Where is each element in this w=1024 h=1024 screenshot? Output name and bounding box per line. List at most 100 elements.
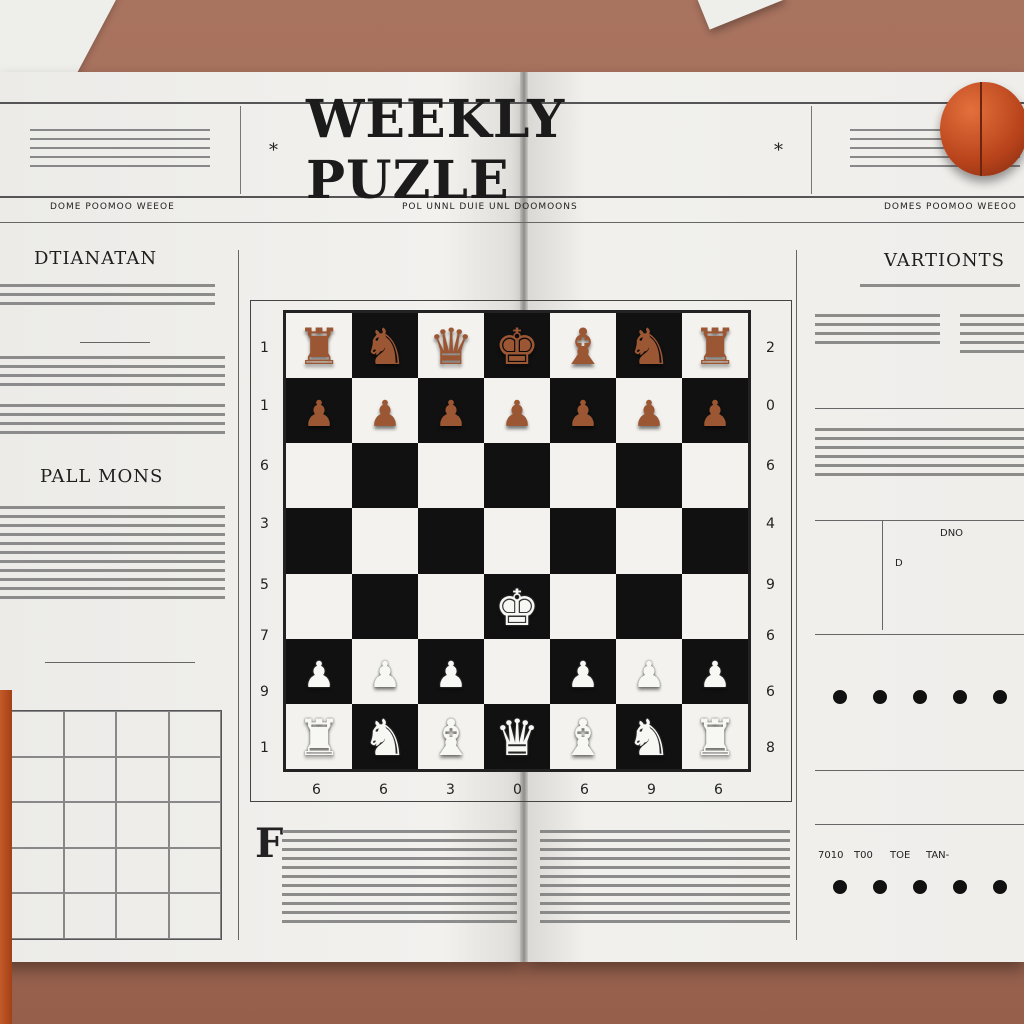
board-square[interactable]: ♟ (550, 638, 616, 704)
white-rook-piece[interactable]: ♜ (693, 713, 738, 763)
white-pawn-piece[interactable]: ♟ (567, 657, 599, 694)
rank-label-left: 1 (260, 740, 269, 756)
right-column-rule (796, 250, 797, 940)
file-label: 0 (513, 782, 522, 798)
board-square[interactable] (418, 573, 484, 639)
board-square[interactable]: ♟ (616, 378, 682, 444)
white-bishop-piece[interactable]: ♝ (561, 713, 606, 763)
board-square[interactable]: ♛ (484, 703, 550, 769)
black-pawn-piece[interactable]: ♟ (303, 397, 335, 433)
board-square[interactable]: ♜ (286, 313, 352, 379)
board-square[interactable]: ♟ (352, 378, 418, 444)
black-pawn-piece[interactable]: ♟ (633, 397, 665, 433)
board-square[interactable]: ♞ (352, 703, 418, 769)
left-text-block-2 (0, 350, 225, 392)
white-rook-piece[interactable]: ♜ (297, 713, 342, 763)
board-square[interactable]: ♟ (550, 378, 616, 444)
board-square[interactable] (682, 508, 748, 574)
black-rook-piece[interactable]: ♜ (297, 322, 342, 372)
right-text-block-3 (815, 422, 1024, 482)
board-square[interactable]: ♛ (418, 313, 484, 379)
board-square[interactable]: ♟ (484, 378, 550, 444)
white-pawn-piece[interactable]: ♟ (369, 657, 401, 694)
black-pawn-piece[interactable]: ♟ (567, 397, 599, 433)
left-text-block-1 (0, 278, 215, 311)
black-pawn-piece[interactable]: ♟ (435, 397, 467, 433)
chess-board[interactable]: ♜ ♞ ♛ ♚ ♝ ♞ ♜ ♟ ♟ ♟ ♟ ♟ ♟ ♟ ♚ ♟ ♟ ♟ ♟ ♟ ♟ ♜ ♞ ♝ ♛ ♝ ♞ ♜ (283, 310, 751, 772)
board-square[interactable] (286, 443, 352, 509)
right-divider-2 (815, 634, 1024, 635)
footer-label: TAN- (926, 850, 950, 861)
board-square[interactable] (550, 443, 616, 509)
rank-label-right: 6 (766, 458, 775, 474)
board-square[interactable]: ♜ (286, 703, 352, 769)
black-pawn-piece[interactable]: ♟ (369, 397, 401, 433)
board-square[interactable]: ♚ (484, 313, 550, 379)
rank-label-left: 6 (260, 458, 269, 474)
board-square[interactable] (286, 508, 352, 574)
masthead-title: * WEEKLY PUZLE * (240, 89, 812, 211)
white-knight-piece[interactable]: ♞ (363, 713, 408, 763)
white-knight-piece[interactable]: ♞ (627, 713, 672, 763)
black-king-piece[interactable]: ♚ (495, 322, 540, 372)
board-square[interactable]: ♚ (484, 573, 550, 639)
black-pawn-piece[interactable]: ♟ (501, 397, 533, 433)
board-square[interactable]: ♟ (352, 638, 418, 704)
black-pawn-piece[interactable]: ♟ (699, 397, 731, 433)
white-king-piece[interactable]: ♚ (495, 583, 540, 633)
board-square[interactable]: ♝ (550, 703, 616, 769)
diagram-row-2 (820, 880, 1020, 894)
board-square[interactable]: ♝ (550, 313, 616, 379)
board-square[interactable]: ♟ (616, 638, 682, 704)
white-bishop-piece[interactable]: ♝ (429, 713, 474, 763)
board-square[interactable]: ♟ (682, 638, 748, 704)
board-square[interactable]: ♟ (682, 378, 748, 444)
board-square[interactable]: ♞ (616, 313, 682, 379)
board-square[interactable] (418, 443, 484, 509)
board-square[interactable] (616, 443, 682, 509)
black-knight-piece[interactable]: ♞ (363, 322, 408, 372)
board-square[interactable]: ♜ (682, 703, 748, 769)
board-square[interactable] (484, 443, 550, 509)
star-ornament-right: * (774, 139, 783, 161)
board-square[interactable]: ♟ (286, 378, 352, 444)
black-queen-piece[interactable]: ♛ (429, 322, 474, 372)
board-square[interactable] (352, 508, 418, 574)
white-pawn-piece[interactable]: ♟ (699, 657, 731, 694)
black-knight-piece[interactable]: ♞ (627, 322, 672, 372)
rank-label-left: 9 (260, 684, 269, 700)
rank-label-right: 2 (766, 340, 775, 356)
board-square[interactable]: ♜ (682, 313, 748, 379)
board-square[interactable] (616, 573, 682, 639)
board-square[interactable] (682, 443, 748, 509)
board-square[interactable]: ♟ (286, 638, 352, 704)
board-square[interactable]: ♞ (616, 703, 682, 769)
diagram-line-1 (815, 770, 1024, 771)
board-square[interactable] (352, 573, 418, 639)
footer-label: TOE (890, 850, 911, 861)
white-pawn-piece[interactable]: ♟ (303, 657, 335, 694)
white-queen-piece[interactable]: ♛ (495, 713, 540, 763)
board-square[interactable] (418, 508, 484, 574)
white-pawn-piece[interactable]: ♟ (435, 657, 467, 694)
board-square[interactable]: ♟ (418, 638, 484, 704)
board-square[interactable] (484, 638, 550, 704)
black-rook-piece[interactable]: ♜ (693, 322, 738, 372)
left-text-block-4 (0, 500, 225, 605)
board-square[interactable]: ♟ (418, 378, 484, 444)
board-square[interactable]: ♞ (352, 313, 418, 379)
rank-label-right: 4 (766, 516, 775, 532)
board-square[interactable] (550, 508, 616, 574)
black-bishop-piece[interactable]: ♝ (561, 322, 606, 372)
board-square[interactable] (550, 573, 616, 639)
board-square[interactable]: ♝ (418, 703, 484, 769)
board-square[interactable] (352, 443, 418, 509)
subhead-center: POL UNNL DUIE UNL DOOMOONS (402, 202, 578, 212)
board-square[interactable] (286, 573, 352, 639)
board-square[interactable] (616, 508, 682, 574)
file-label: 6 (379, 782, 388, 798)
board-square[interactable] (682, 573, 748, 639)
right-divider-1 (815, 408, 1024, 409)
board-square[interactable] (484, 508, 550, 574)
white-pawn-piece[interactable]: ♟ (633, 657, 665, 694)
